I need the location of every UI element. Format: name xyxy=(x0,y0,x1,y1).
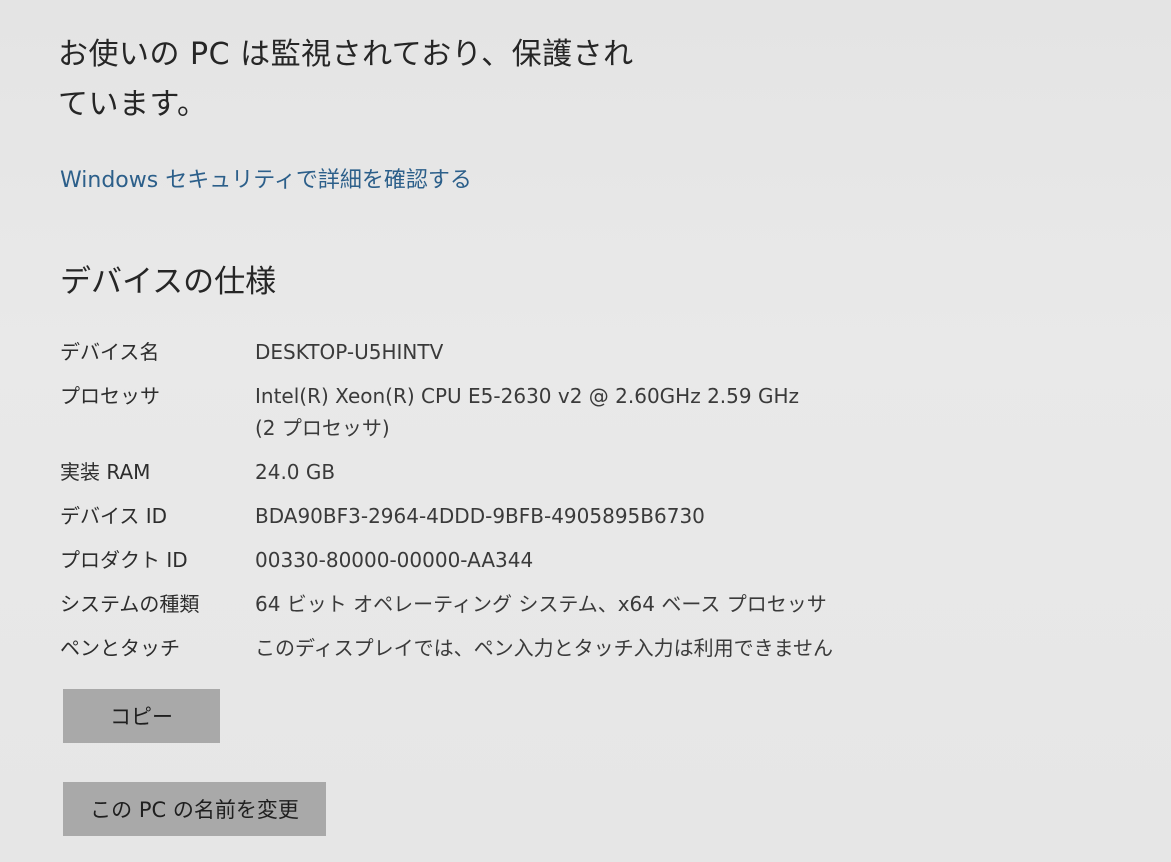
spec-value: DESKTOP-U5HINTV xyxy=(255,340,444,364)
spec-row-processor: プロセッサ Intel(R) Xeon(R) CPU E5-2630 v2 @ … xyxy=(60,380,1060,444)
spec-label: デバイス ID xyxy=(60,504,168,528)
spec-value: 64 ビット オペレーティング システム、x64 ベース プロセッサ xyxy=(255,592,827,616)
protection-status-text: お使いの PC は監視されており、保護され ています。 xyxy=(58,30,658,130)
spec-value: このディスプレイでは、ペン入力とタッチ入力は利用できません xyxy=(255,636,833,660)
spec-value: BDA90BF3-2964-4DDD-9BFB-4905895B6730 xyxy=(255,504,705,528)
rename-pc-button[interactable]: この PC の名前を変更 xyxy=(63,782,326,836)
spec-row-product-id: プロダクト ID 00330-80000-00000-AA344 xyxy=(60,544,1060,576)
spec-value: 24.0 GB xyxy=(255,460,336,484)
about-settings-page: お使いの PC は監視されており、保護され ています。 Windows セキュリ… xyxy=(0,0,1171,862)
spec-row-device-id: デバイス ID BDA90BF3-2964-4DDD-9BFB-4905895B… xyxy=(60,500,1060,532)
spec-label: システムの種類 xyxy=(60,592,200,616)
windows-security-link[interactable]: Windows セキュリティで詳細を確認する xyxy=(60,162,472,194)
copy-button[interactable]: コピー xyxy=(63,689,220,743)
spec-row-device-name: デバイス名 DESKTOP-U5HINTV xyxy=(60,336,1060,368)
spec-label: プロダクト ID xyxy=(60,548,188,572)
protection-status-line2: ています。 xyxy=(58,87,208,122)
spec-row-installed-ram: 実装 RAM 24.0 GB xyxy=(60,456,1060,488)
spec-value: Intel(R) Xeon(R) CPU E5-2630 v2 @ 2.60GH… xyxy=(255,384,799,440)
spec-label: デバイス名 xyxy=(60,340,160,364)
spec-row-system-type: システムの種類 64 ビット オペレーティング システム、x64 ベース プロセ… xyxy=(60,588,1060,620)
device-specs-list: デバイス名 DESKTOP-U5HINTV プロセッサ Intel(R) Xeo… xyxy=(60,336,1060,676)
spec-label: 実装 RAM xyxy=(60,460,151,484)
spec-label: ペンとタッチ xyxy=(60,636,180,660)
protection-status-line1: お使いの PC は監視されており、保護され xyxy=(58,37,634,72)
spec-value: 00330-80000-00000-AA344 xyxy=(255,548,534,572)
device-specs-heading: デバイスの仕様 xyxy=(60,264,277,300)
spec-label: プロセッサ xyxy=(60,384,160,408)
spec-row-pen-touch: ペンとタッチ このディスプレイでは、ペン入力とタッチ入力は利用できません xyxy=(60,632,1060,664)
